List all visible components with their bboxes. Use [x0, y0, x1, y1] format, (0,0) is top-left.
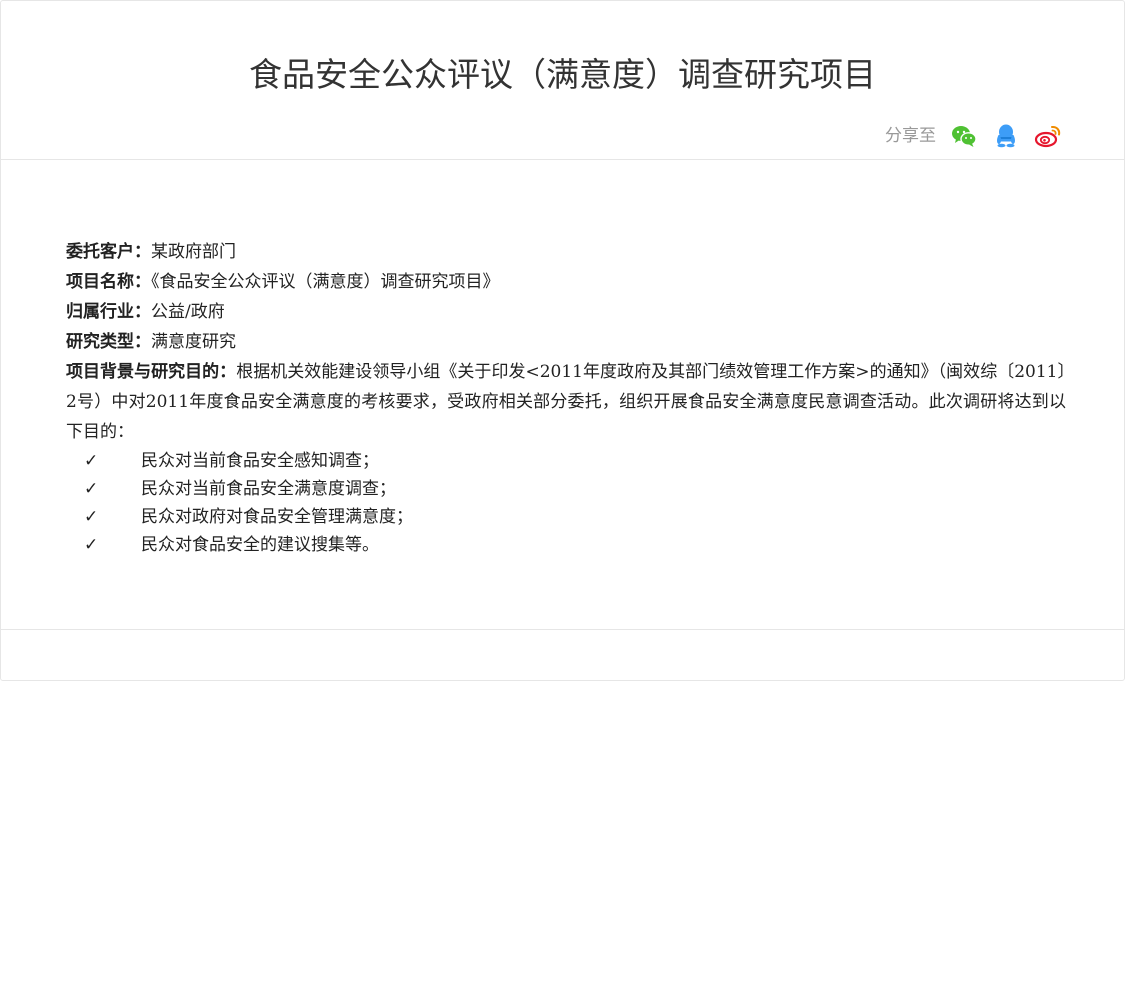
industry-row: 归属行业：公益/政府 — [66, 297, 1066, 327]
goal-list: ✓ 民众对当前食品安全感知调查； ✓ 民众对当前食品安全满意度调查； ✓ 民众对政府对… — [66, 447, 1066, 559]
weibo-icon[interactable] — [1034, 122, 1062, 150]
list-item: ✓ 民众对当前食品安全满意度调查； — [66, 475, 1066, 503]
client-label: 委托客户： — [66, 242, 151, 262]
share-label: 分享至 — [885, 126, 936, 146]
list-item: ✓ 民众对当前食品安全感知调查； — [66, 447, 1066, 475]
check-icon: ✓ — [84, 507, 99, 527]
type-row: 研究类型：满意度研究 — [66, 327, 1066, 357]
article-body: 委托客户：某政府部门 项目名称：《食品安全公众评议（满意度）调查研究项目》 归属… — [66, 237, 1066, 559]
background-label: 项目背景与研究目的： — [66, 362, 237, 382]
background-paragraph: 项目背景与研究目的：根据机关效能建设领导小组《关于印发<2011年度政府及其部门… — [66, 357, 1066, 447]
project-row: 项目名称：《食品安全公众评议（满意度）调查研究项目》 — [66, 267, 1066, 297]
type-label: 研究类型： — [66, 332, 151, 352]
list-item: ✓ 民众对政府对食品安全管理满意度； — [66, 503, 1066, 531]
project-label: 项目名称： — [66, 272, 151, 292]
goal-text: 民众对食品安全的建议搜集等。 — [141, 535, 379, 555]
qq-icon[interactable] — [992, 122, 1020, 150]
client-row: 委托客户：某政府部门 — [66, 237, 1066, 267]
article-card: 食品安全公众评议（满意度）调查研究项目 分享至 委托客户：某政府部门 项目名称：… — [0, 0, 1125, 681]
type-value: 满意度研究 — [151, 332, 236, 352]
industry-value: 公益/政府 — [151, 302, 225, 322]
goal-text: 民众对政府对食品安全管理满意度； — [141, 507, 413, 527]
page-title: 食品安全公众评议（满意度）调查研究项目 — [249, 55, 876, 94]
article-header: 食品安全公众评议（满意度）调查研究项目 分享至 — [1, 1, 1124, 160]
client-value: 某政府部门 — [151, 242, 236, 262]
industry-label: 归属行业： — [66, 302, 151, 322]
check-icon: ✓ — [84, 479, 99, 499]
project-value: 《食品安全公众评议（满意度）调查研究项目》 — [151, 272, 500, 292]
list-item: ✓ 民众对食品安全的建议搜集等。 — [66, 531, 1066, 559]
wechat-icon[interactable] — [950, 122, 978, 150]
check-icon: ✓ — [84, 535, 99, 555]
share-bar: 分享至 — [885, 122, 1062, 150]
footer-divider — [1, 629, 1124, 630]
goal-text: 民众对当前食品安全满意度调查； — [141, 479, 396, 499]
goal-text: 民众对当前食品安全感知调查； — [141, 451, 379, 471]
check-icon: ✓ — [84, 451, 99, 471]
